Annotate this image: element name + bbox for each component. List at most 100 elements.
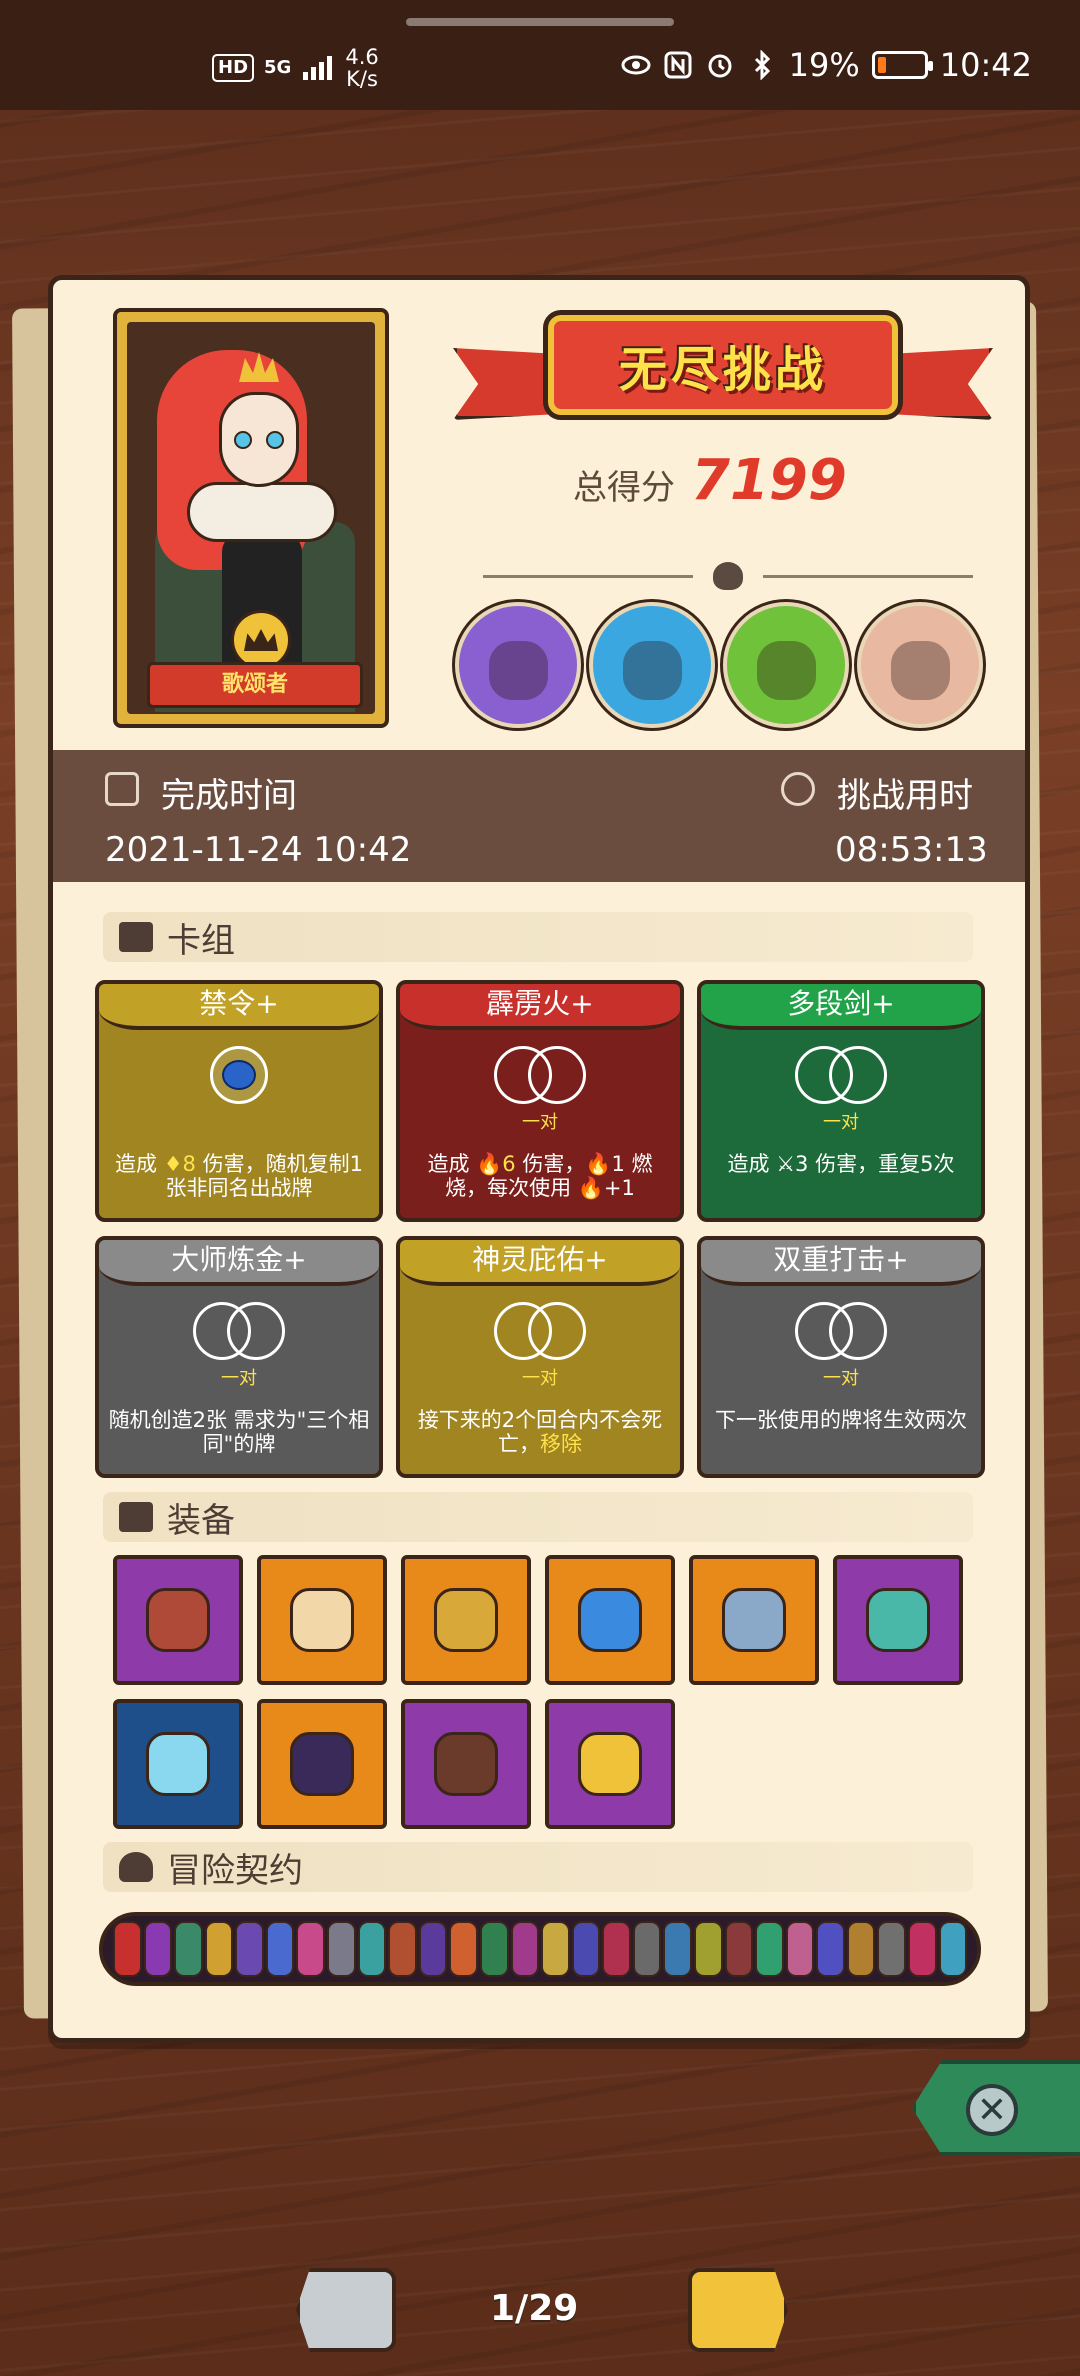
contract-icon [113, 1921, 142, 1977]
contract-icon [541, 1921, 570, 1977]
contract-icon [663, 1921, 692, 1977]
equipment-slot[interactable] [833, 1555, 963, 1685]
contract-icon [479, 1921, 509, 1977]
contract-strip[interactable] [99, 1912, 981, 1986]
deck-card[interactable]: 霹雳火+ 一对造成 🔥6 伤害，🔥1 燃烧，每次使用 🔥+1 [396, 980, 684, 1222]
blue-orb-icon [210, 1046, 268, 1104]
pair-rings-icon [490, 1302, 590, 1362]
contract-icon [388, 1921, 417, 1977]
character-name: 歌颂者 [147, 662, 363, 708]
blue-slime-icon [578, 1588, 642, 1652]
score-label: 总得分 [573, 468, 675, 508]
stopwatch-icon [781, 772, 815, 806]
card-title: 双重打击+ [701, 1240, 981, 1286]
crown-icon [231, 610, 291, 670]
contract-icon [938, 1921, 968, 1977]
contract-icon [632, 1921, 662, 1977]
equipment-slot[interactable] [401, 1555, 531, 1685]
deck-card[interactable]: 多段剑+ 一对 造成 ⚔3 伤害，重复5次 [697, 980, 985, 1222]
eye-right [266, 431, 284, 449]
equipment-section-header: 装备 [103, 1492, 973, 1542]
cards-icon [119, 922, 153, 952]
equipment-slot[interactable] [257, 1555, 387, 1685]
previous-page-button[interactable] [296, 2268, 396, 2352]
score-row: 总得分 7199 [573, 448, 847, 513]
blue-gem-icon [146, 1732, 210, 1796]
card-description-text: 下一张使用的牌将生效两次 [715, 1408, 967, 1432]
boss-face-shape [488, 641, 548, 701]
pair-rings-icon [189, 1302, 289, 1362]
card-description: 造成 🔥6 伤害，🔥1 燃烧，每次使用 🔥+1 [408, 1152, 672, 1200]
card-requirement-tag: 一对 [221, 1368, 257, 1389]
pair-rings-icon [791, 1046, 891, 1106]
equipment-slot[interactable] [689, 1555, 819, 1685]
net-speed: 4.6 K/s [345, 46, 378, 90]
eye-left [234, 431, 252, 449]
contract-icon [755, 1921, 784, 1977]
deck-card[interactable]: 神灵庇佑+ 一对 接下来的2个回合内不会死亡，移除 [396, 1236, 684, 1478]
boss-list [455, 602, 983, 728]
contract-section-header: 冒险契约 [103, 1842, 973, 1892]
deck-card[interactable]: 双重打击+ 一对 下一张使用的牌将生效两次 [697, 1236, 985, 1478]
contract-icon [357, 1921, 387, 1977]
equipment-slot[interactable] [545, 1699, 675, 1829]
equipment-slot[interactable] [113, 1555, 243, 1685]
battery-percent: 19% [788, 46, 860, 84]
deck-section-title: 卡组 [167, 920, 235, 961]
nfc-icon [664, 51, 692, 79]
contract-icon [571, 1921, 601, 1977]
equipment-slot[interactable] [113, 1699, 243, 1829]
time-info-band: 完成时间 2021-11-24 10:42 挑战用时 08:53:13 [53, 750, 1025, 882]
card-description-text: 伤害，随机复制1张非同名出战牌 [165, 1152, 363, 1200]
card-title: 霹雳火+ [400, 984, 680, 1030]
close-icon[interactable]: ✕ [966, 2084, 1018, 2136]
equipment-slot[interactable] [545, 1555, 675, 1685]
eye-icon [621, 55, 651, 75]
contract-icon [693, 1921, 723, 1977]
boss-face-shape [622, 641, 682, 701]
equipment-section-title: 装备 [167, 1500, 235, 1541]
contract-section-title: 冒险契约 [167, 1850, 303, 1891]
card-requirement-tag: 一对 [522, 1112, 558, 1133]
equipment-slot[interactable] [401, 1699, 531, 1829]
card-description: 接下来的2个回合内不会死亡，移除 [408, 1408, 672, 1456]
contract-icon [449, 1921, 478, 1977]
contract-icon [235, 1921, 264, 1977]
person-icon [119, 1852, 153, 1882]
purple-monster-boss-icon[interactable] [455, 602, 581, 728]
character-portrait: 歌颂者 [127, 322, 375, 714]
next-page-button[interactable] [688, 2268, 788, 2352]
card-description: 随机创造2张 需求为"三个相同"的牌 [107, 1408, 371, 1456]
skull-icon [713, 562, 743, 590]
blue-crowned-boss-icon[interactable] [589, 602, 715, 728]
fur-collar-shape [187, 482, 337, 542]
duration-value: 08:53:13 [835, 830, 988, 870]
green-goblin-boss-icon[interactable] [723, 602, 849, 728]
contract-icon [602, 1921, 631, 1977]
card-description-text: 造成 [727, 1152, 777, 1176]
duration-label: 挑战用时 [837, 776, 973, 816]
pair-rings-icon [791, 1302, 891, 1362]
character-card[interactable]: 歌颂者 [113, 308, 389, 728]
red-mask-boss-icon[interactable] [857, 602, 983, 728]
net-speed-unit: K/s [346, 67, 378, 91]
contract-icon [846, 1921, 876, 1977]
deck-card[interactable]: 大师炼金+ 一对 随机创造2张 需求为"三个相同"的牌 [95, 1236, 383, 1478]
golden-chalice-icon [578, 1732, 642, 1796]
triangle-star-icon [290, 1732, 354, 1796]
divider-line-left [483, 575, 693, 578]
card-description-highlight: 移除 [540, 1432, 582, 1456]
card-requirement-tag: 一对 [522, 1368, 558, 1389]
alarm-icon [708, 54, 732, 78]
equipment-slot[interactable] [257, 1699, 387, 1829]
scroll-disc-icon [290, 1588, 354, 1652]
score-value: 7199 [691, 448, 847, 513]
bluetooth-icon [754, 50, 770, 80]
signal-bars-icon [303, 56, 333, 80]
card-description-text: ⚔3 伤害，重复5次 [776, 1152, 955, 1176]
contract-icon [785, 1921, 815, 1977]
net-speed-value: 4.6 [345, 45, 379, 69]
deck-card[interactable]: 禁令+ 造成 ♦8 伤害，随机复制1张非同名出战牌 [95, 980, 383, 1222]
card-description: 造成 ⚔3 伤害，重复5次 [709, 1152, 973, 1176]
lion-ring-icon [434, 1588, 498, 1652]
